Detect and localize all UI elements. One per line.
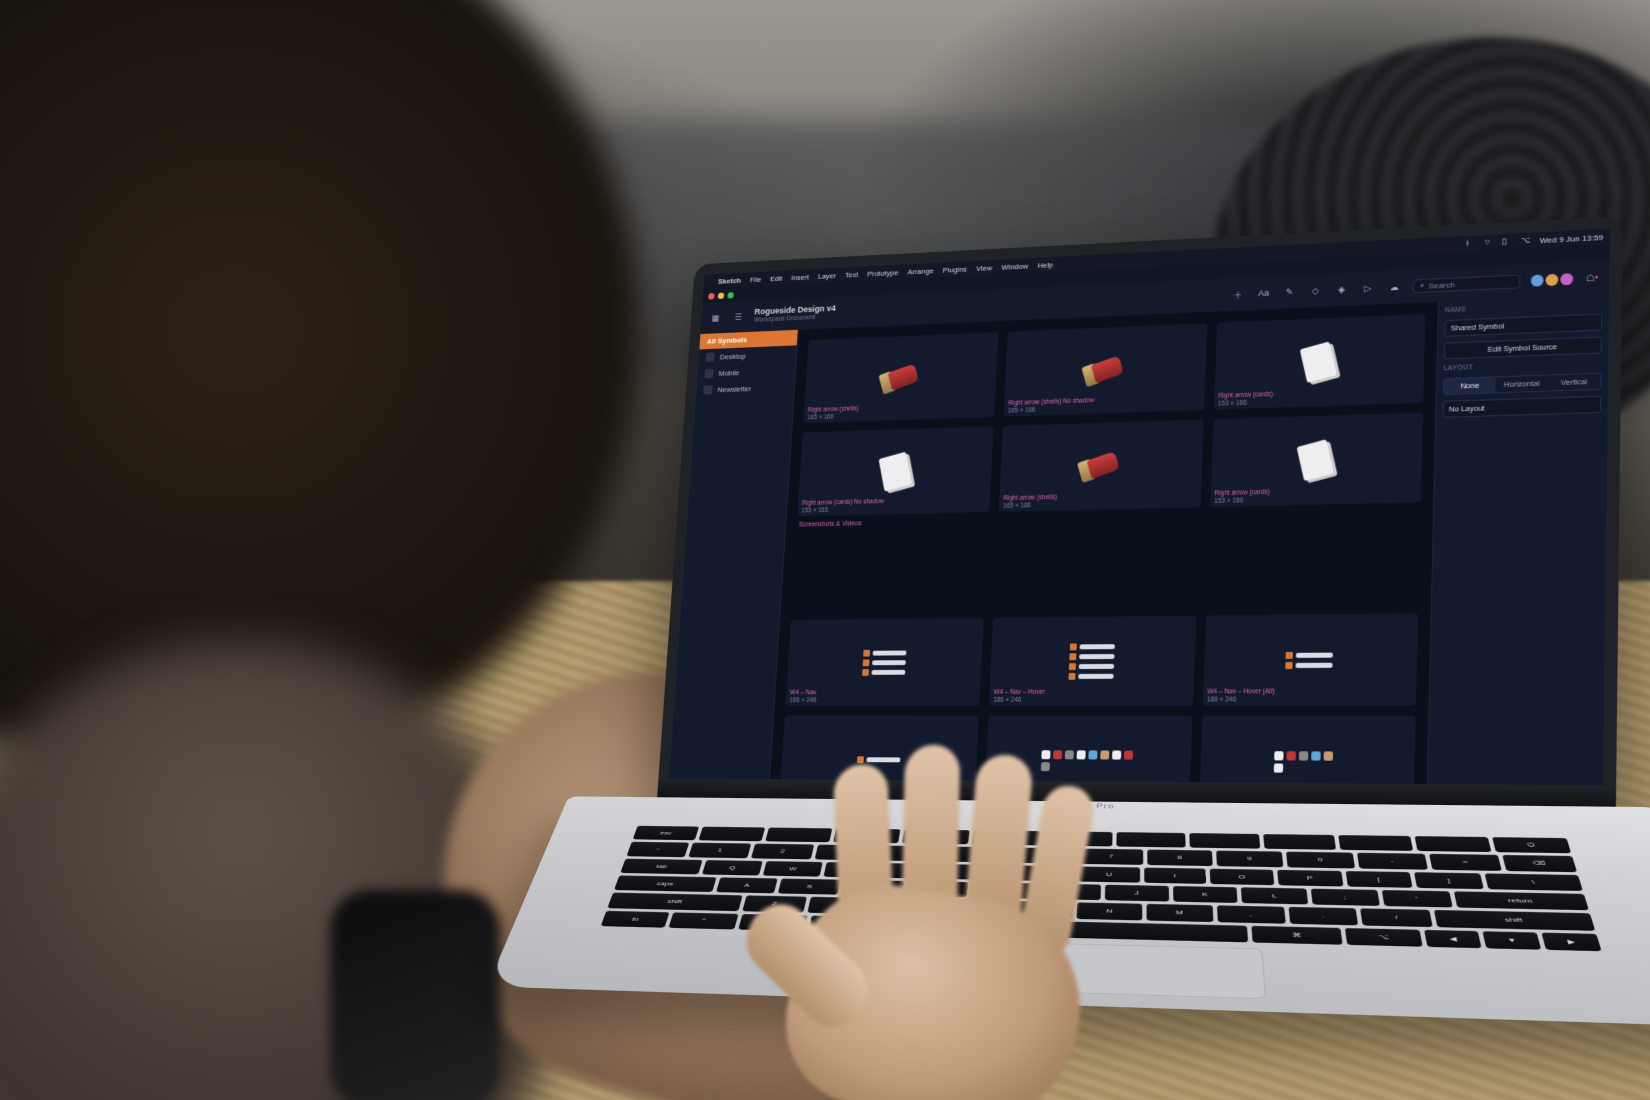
inspector-name-field[interactable]: Shared Symbol (1444, 313, 1602, 336)
traffic-lights (708, 292, 734, 300)
newsletter-icon (703, 385, 712, 394)
workspace: All Symbols Desktop Mobile Newsletter (668, 294, 1609, 802)
menu-help[interactable]: Help (1037, 260, 1053, 269)
laptop-display: Sketch File Edit Insert Layer Text Proto… (656, 216, 1623, 828)
canvas-section-label: Screenshots & Videos (792, 508, 1421, 610)
notifications-icon[interactable]: ☖● (1584, 270, 1601, 287)
right-inspector: NAME Shared Symbol Edit Symbol Source LA… (1426, 294, 1609, 802)
grid-view-icon[interactable]: ▦ (708, 311, 723, 326)
collaborator-avatars[interactable] (1531, 273, 1573, 287)
screen-contents: Sketch File Edit Insert Layer Text Proto… (668, 229, 1610, 803)
layout-option-vertical[interactable]: Vertical (1548, 374, 1601, 391)
app-name[interactable]: Sketch (718, 276, 742, 285)
asset-tile[interactable]: W4 – Nav – Hover186 × 246 (989, 616, 1196, 706)
asset-tile[interactable]: Right arrow (cards)153 × 166 (1210, 413, 1423, 507)
shell-art-icon (878, 360, 923, 397)
laptop-brand: MacBook Pro (1044, 803, 1115, 810)
menu-layer[interactable]: Layer (818, 271, 836, 280)
battery-icon[interactable]: ▯ (1502, 237, 1513, 247)
desktop-icon (705, 352, 714, 361)
layout-option-none[interactable]: None (1444, 377, 1496, 394)
minimize-window-button[interactable] (718, 292, 725, 299)
search-placeholder: Search (1428, 280, 1454, 290)
close-window-button[interactable] (708, 293, 715, 300)
sidebar-item-newsletter[interactable]: Newsletter (696, 378, 795, 398)
asset-tile[interactable]: Right arrow (shells)165 × 166 (803, 332, 998, 423)
menu-file[interactable]: File (750, 275, 762, 284)
laptop-deck: MacBook Pro esc⏻ ~1234567890-=⌫ tabQWERT… (487, 796, 1650, 1027)
layout-summary: No Layout (1443, 396, 1602, 418)
menu-text[interactable]: Text (845, 270, 859, 279)
sidebar-item-label: Newsletter (717, 384, 751, 393)
menu-plugins[interactable]: Plugins (943, 265, 968, 275)
shape-tool-icon[interactable]: ◇ (1307, 283, 1324, 299)
menu-insert[interactable]: Insert (791, 273, 809, 282)
sidebar-item-label: Mobile (718, 368, 739, 377)
wifi-icon[interactable]: ⌔ (1483, 238, 1494, 248)
layout-option-horizontal[interactable]: Horizontal (1496, 375, 1548, 392)
menu-arrange[interactable]: Arrange (907, 266, 934, 276)
list-view-icon[interactable]: ☰ (731, 309, 746, 324)
card-art-icon (878, 452, 911, 492)
text-style-icon[interactable]: Aa (1255, 285, 1271, 301)
canvas[interactable]: Right arrow (shells)165 × 166 Right arro… (769, 302, 1438, 801)
search-icon: ⌕ (1420, 281, 1425, 291)
photo-scene: Sketch File Edit Insert Layer Text Proto… (0, 0, 1650, 1100)
keyboard[interactable]: esc⏻ ~1234567890-=⌫ tabQWERTYUIOP[]\ cap… (601, 826, 1602, 951)
asset-tile[interactable]: Right arrow (cards)153 × 166 (1214, 314, 1426, 410)
shell-art-icon (1077, 447, 1125, 485)
menu-window[interactable]: Window (1001, 261, 1028, 271)
pen-tool-icon[interactable]: ✎ (1281, 284, 1297, 300)
ui-mock-art (862, 649, 906, 675)
asset-tile[interactable]: Right arrow (shells)165 × 166 (999, 420, 1203, 512)
document-title-block[interactable]: Rogueside Design v4 Workspace Document (754, 305, 836, 325)
avatar[interactable] (1531, 274, 1544, 286)
control-center-icon[interactable]: ⌥ (1521, 236, 1532, 246)
insert-icon[interactable]: ＋ (1230, 286, 1246, 302)
sidebar-item-label: Desktop (720, 352, 746, 361)
menubar-clock[interactable]: Wed 9 Jun 13:59 (1540, 233, 1604, 245)
avatar[interactable] (1560, 273, 1573, 285)
asset-tile[interactable]: Right arrow (cards) No shadow155 × 155 (798, 426, 994, 516)
layout-segmented-control[interactable]: None Horizontal Vertical (1443, 373, 1602, 395)
mobile-icon (704, 369, 713, 378)
edit-symbol-button[interactable]: Edit Symbol Source (1444, 336, 1602, 359)
toolbar-search[interactable]: ⌕ Search (1413, 274, 1521, 293)
ui-mock-art (1068, 643, 1115, 680)
asset-tile[interactable]: Right arrow (shells) No shadow165 × 166 (1004, 323, 1207, 416)
menu-prototype[interactable]: Prototype (867, 268, 899, 278)
inspector-layout-label: LAYOUT (1444, 360, 1602, 373)
ui-mock-art (1286, 651, 1334, 668)
ui-mock-art (857, 756, 901, 763)
debris-art (1041, 750, 1135, 771)
zoom-window-button[interactable] (727, 292, 734, 299)
bluetooth-icon[interactable]: ᚼ (1465, 239, 1476, 249)
laptop: Sketch File Edit Insert Layer Text Proto… (574, 216, 1629, 1100)
debris-art (1274, 751, 1339, 773)
avatar[interactable] (1546, 274, 1559, 286)
trackpad[interactable] (884, 939, 1267, 999)
wrist-watch (330, 890, 500, 1100)
preview-icon[interactable]: ▷ (1360, 280, 1377, 296)
asset-tile[interactable]: W4 – Nav186 × 246 (786, 618, 985, 706)
card-art-icon (1297, 439, 1335, 481)
asset-tile[interactable]: W4 – Nav – Hover (Alt)186 × 246 (1203, 613, 1419, 705)
menu-edit[interactable]: Edit (770, 274, 783, 283)
cloud-icon[interactable]: ☁ (1386, 279, 1403, 295)
card-art-icon (1300, 341, 1337, 383)
shell-art-icon (1081, 351, 1129, 389)
menu-view[interactable]: View (976, 263, 992, 272)
symbol-tool-icon[interactable]: ◈ (1333, 281, 1350, 297)
inspector-name-label: NAME (1445, 301, 1603, 315)
